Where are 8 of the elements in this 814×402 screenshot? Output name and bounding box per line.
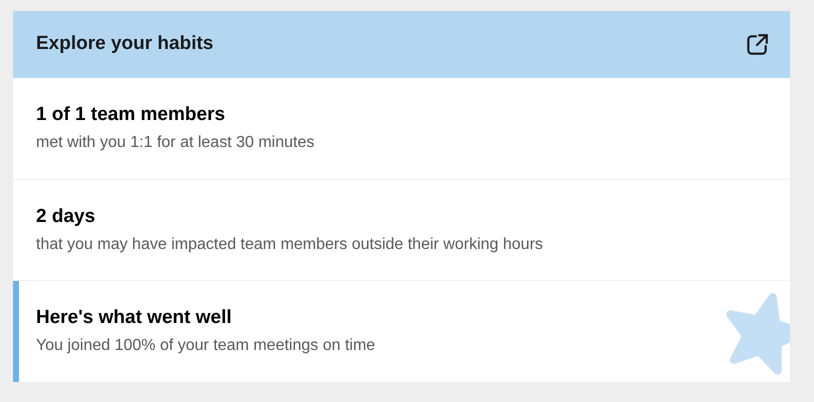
stat-description: that you may have impacted team members outside their working hours: [36, 234, 544, 254]
card-title: Explore your habits: [36, 32, 214, 56]
star-icon: [726, 293, 790, 376]
stat-title: Here's what went well: [36, 306, 233, 330]
stat-description: met with you 1:1 for at least 30 minutes: [36, 132, 316, 153]
stat-description: You joined 100% of your team meetings on time: [36, 336, 376, 356]
stat-title: 2 days: [36, 204, 96, 228]
stat-title: 1 of 1 team members: [36, 102, 226, 127]
